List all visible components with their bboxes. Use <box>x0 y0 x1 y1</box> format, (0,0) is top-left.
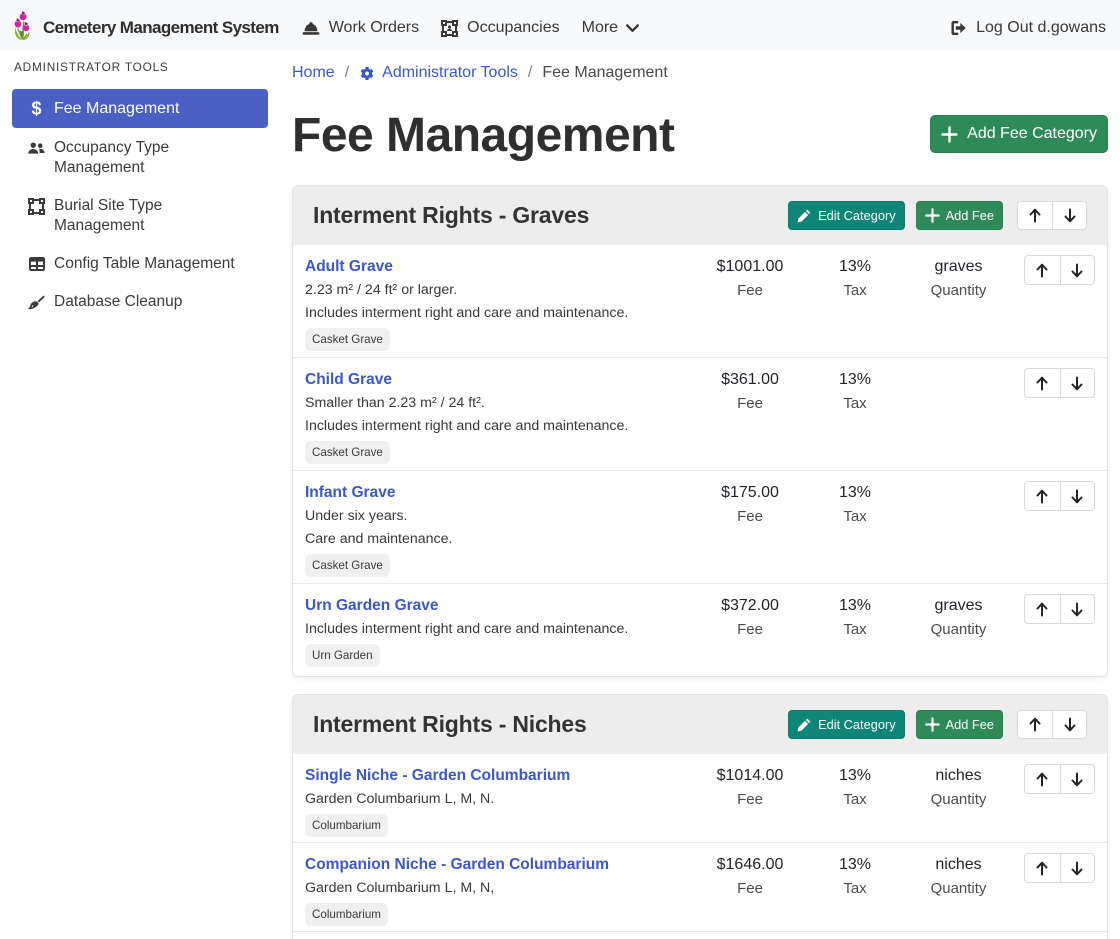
svg-text:$: $ <box>31 99 41 118</box>
